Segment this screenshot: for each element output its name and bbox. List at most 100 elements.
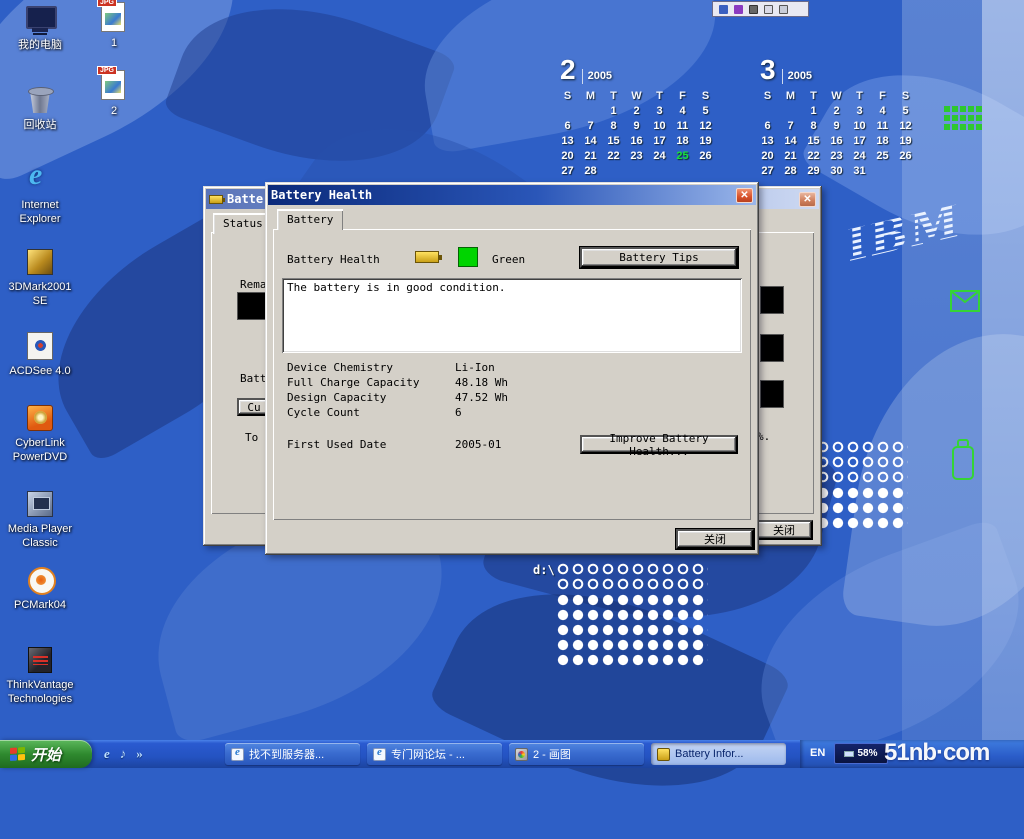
field-label: Design Capacity [287,391,386,404]
calendar-day: 12 [699,120,711,132]
calendar-day-header: T [656,90,663,102]
calendar-day: 27 [561,165,573,177]
task-button-server-not-found[interactable]: 找不到服务器... [225,743,360,765]
calendar-day: 8 [810,120,816,132]
calendar-day: 13 [561,135,573,147]
calendar-day: 18 [876,135,888,147]
calendar-day: 6 [764,120,770,132]
calendar-day: 3 [856,105,862,117]
task-button-label: 找不到服务器... [249,746,324,762]
window-battery-icon [209,195,223,204]
media-player-classic-icon [23,488,57,520]
calendar-day: 27 [761,165,773,177]
calendar-day-header: F [879,90,886,102]
desktop-file-2[interactable]: JPG 2 [82,70,146,119]
desktop-icon-label: PCMark04 [2,599,78,613]
field-value: 2005-01 [455,438,501,451]
calendar-day-header: S [564,90,571,102]
calendar-day: 19 [899,135,911,147]
desktop-icon-pcmark[interactable]: PCMark04 [2,564,78,613]
tray-icon[interactable] [749,5,758,14]
field-value: Li-Ion [455,361,495,374]
desktop-icon-powerdvd[interactable]: CyberLink PowerDVD [2,402,78,465]
calendar-day: 7 [787,120,793,132]
calendar-day-header: T [610,90,617,102]
tab-battery[interactable]: Battery [277,209,343,230]
start-button[interactable]: 开始 [0,740,92,768]
desktop-icon-acdsee[interactable]: ACDSee 4.0 [2,330,78,379]
envelope-icon [950,290,980,312]
condition-textbox[interactable]: The battery is in good condition. [282,278,742,353]
gauge-display [237,292,267,320]
close-button[interactable]: 关闭 [755,520,813,540]
task-button-label: 2 - 画图 [533,746,571,762]
desktop-icon-label: 回收站 [2,119,78,133]
calendar-day: 2 [833,105,839,117]
calendar-day: 20 [561,150,573,162]
calendar-day-header: S [902,90,909,102]
desktop-icon-label: 3DMark2001 SE [2,281,78,309]
desktop-icon-label: Internet Explorer [2,199,78,227]
tab-status[interactable]: Status [213,213,273,234]
desktop-icon-3dmark[interactable]: 3DMark2001 SE [2,246,78,309]
tray-icon[interactable] [779,5,788,14]
task-button-paint[interactable]: 2 - 画图 [509,743,644,765]
battery-tips-button[interactable]: Battery Tips [580,247,738,268]
grid-icon [944,106,984,134]
desktop-icon-thinkvantage[interactable]: ThinkVantage Technologies [2,644,78,707]
calendar-day: 8 [610,120,616,132]
internet-explorer-icon [23,164,57,196]
chevron-icon[interactable]: » [136,746,143,762]
calendar-day: 16 [830,135,842,147]
thinkvantage-icon [23,644,57,676]
close-button[interactable]: 关闭 [676,529,754,549]
desktop-icon-label: 1 [82,37,146,51]
battery-meter[interactable]: 58% [834,743,888,764]
battery-health-label: Battery Health [287,253,380,266]
tray-icon[interactable] [764,5,773,14]
desktop-icon-recycle-bin[interactable]: 回收站 [2,84,78,133]
task-button-label: Battery Infor... [675,748,743,760]
title-bar[interactable]: Battery Health ✕ [268,185,756,205]
floating-tray-toolbar[interactable] [712,1,809,17]
battery-cylinder-icon [950,438,976,482]
task-button-forum[interactable]: 专门网论坛 - ... [367,743,502,765]
close-icon[interactable]: ✕ [736,188,753,203]
calendar-day: 29 [807,165,819,177]
calendar-day-header: W [631,90,641,102]
start-label: 开始 [31,744,61,765]
desktop-file-1[interactable]: JPG 1 [82,2,146,51]
gauge-display [760,380,784,408]
calendar-day-header: T [810,90,817,102]
field-label: Cycle Count [287,406,360,419]
desktop-icon-media-player-classic[interactable]: Media Player Classic [2,488,78,551]
language-indicator[interactable]: EN [810,747,825,759]
task-button-battery-information[interactable]: Battery Infor... [651,743,786,765]
gauge-display [760,334,784,362]
calendar-day: 17 [653,135,665,147]
improve-battery-health-button[interactable]: Improve Battery Health... [580,435,738,454]
field-value: 48.18 Wh [455,376,508,389]
calendar-day: 4 [679,105,685,117]
field-label: Full Charge Capacity [287,376,419,389]
calendar-day: 28 [584,165,596,177]
tray-icon[interactable] [719,5,728,14]
desktop-icon-internet-explorer[interactable]: Internet Explorer [2,164,78,227]
close-icon[interactable]: ✕ [799,192,816,207]
calendar-day: 10 [653,120,665,132]
my-computer-icon [23,4,57,36]
field-label: First Used Date [287,438,386,451]
tray-icon[interactable] [734,5,743,14]
calendar-day: 15 [807,135,819,147]
calendar-day: 21 [784,150,796,162]
battery-glyph-icon [415,251,439,263]
calendar-day: 5 [702,105,708,117]
ie-quicklaunch-icon[interactable]: e [104,746,110,762]
calendar-day: 16 [630,135,642,147]
calendar-day: 19 [699,135,711,147]
desktop-icon-my-computer[interactable]: 我的电脑 [2,4,78,53]
calendar-grid: SMTWTFS123456789101112131415161718192021… [756,90,924,177]
calendar-day: 18 [676,135,688,147]
media-quicklaunch-icon[interactable]: ♪ [120,746,127,762]
ie-page-icon [231,748,244,761]
